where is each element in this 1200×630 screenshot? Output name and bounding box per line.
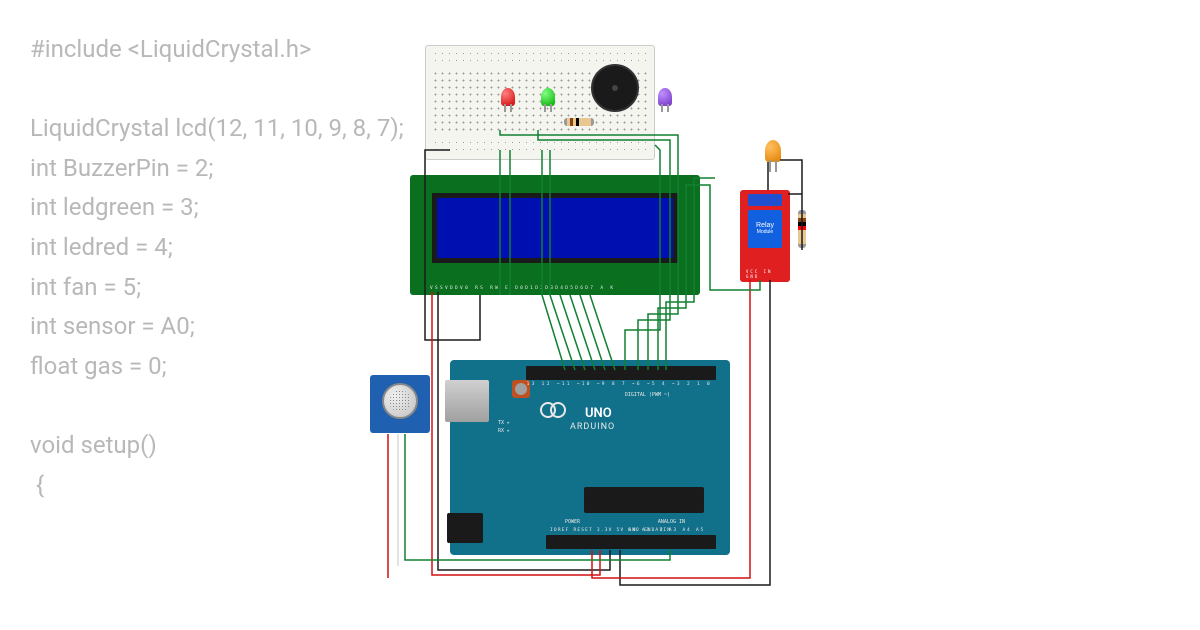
green-led-icon: [541, 88, 555, 106]
power-analog-pin-header: [546, 535, 716, 549]
circuit-diagram: VSSVDDV0 RS RW E D0D1D2D3D4D5D6D7 A K Re…: [370, 30, 870, 600]
relay-module: Relay Module VCC IN GND: [740, 190, 790, 282]
lcd-screen: [432, 193, 678, 263]
digital-pin-header: [526, 366, 716, 380]
red-led-icon: [501, 88, 515, 106]
lcd-module: VSSVDDV0 RS RW E D0D1D2D3D4D5D6D7 A K: [410, 175, 700, 295]
orange-led-icon: [765, 140, 781, 162]
code-line: LiquidCrystal lcd(12, 11, 10, 9, 8, 7);: [30, 114, 404, 142]
usb-port-icon: [445, 380, 489, 422]
tx-rx-labels: TX ▸ RX ▸: [498, 420, 510, 435]
power-section-label: POWER: [565, 519, 580, 525]
relay-pins: VCC IN GND: [746, 269, 790, 279]
digital-section-label: DIGITAL (PWM ~): [625, 392, 670, 398]
analog-section-label: ANALOG IN: [658, 519, 685, 525]
gas-sensor: [370, 375, 430, 433]
arduino-brand-label: ARDUINO: [570, 422, 615, 432]
relay-label: Relay: [748, 222, 782, 229]
code-line: void setup(): [30, 431, 157, 459]
code-line: #include <LiquidCrystal.h>: [30, 35, 311, 63]
analog-pin-labels: A0 A1 A2 A3 A4 A5: [628, 528, 705, 533]
buzzer-icon: [591, 64, 639, 112]
resistor-external-icon: [798, 210, 806, 248]
code-line: int BuzzerPin = 2;: [30, 154, 213, 182]
power-jack-icon: [447, 513, 483, 543]
code-background: #include <LiquidCrystal.h> LiquidCrystal…: [30, 30, 404, 505]
code-line: int ledred = 4;: [30, 233, 173, 261]
relay-coil-block: Relay Module: [748, 210, 782, 248]
lcd-pin-labels: VSSVDDV0 RS RW E D0D1D2D3D4D5D6D7 A K: [430, 286, 615, 291]
purple-led-icon: [658, 88, 672, 106]
gas-sensor-mesh: [389, 390, 411, 412]
digital-pin-labels: 13 12 ~11 ~10 ~9 8 7 ~6 ~5 4 ~3 2 1 0: [527, 382, 712, 387]
rx-label: RX: [498, 428, 504, 434]
arduino-logo-icon: [540, 402, 566, 416]
code-line: int fan = 5;: [30, 273, 141, 301]
breadboard: [425, 45, 655, 160]
gas-sensor-cap-icon: [382, 383, 418, 419]
resistor-icon: [564, 118, 594, 126]
code-line: float gas = 0;: [30, 352, 167, 380]
code-line: {: [30, 471, 44, 499]
code-line: int ledgreen = 3;: [30, 193, 199, 221]
breadboard-rail-bottom: [432, 139, 648, 155]
atmega-chip-icon: [584, 487, 704, 513]
tx-label: TX: [498, 420, 504, 426]
arduino-model-label: UNO: [585, 406, 612, 421]
relay-terminal-block: [748, 194, 782, 206]
arduino-uno: UNO ARDUINO TX ▸ RX ▸ DIGITAL (PWM ~) 13…: [450, 360, 730, 555]
code-line: int sensor = A0;: [30, 312, 195, 340]
relay-sublabel: Module: [748, 229, 782, 235]
